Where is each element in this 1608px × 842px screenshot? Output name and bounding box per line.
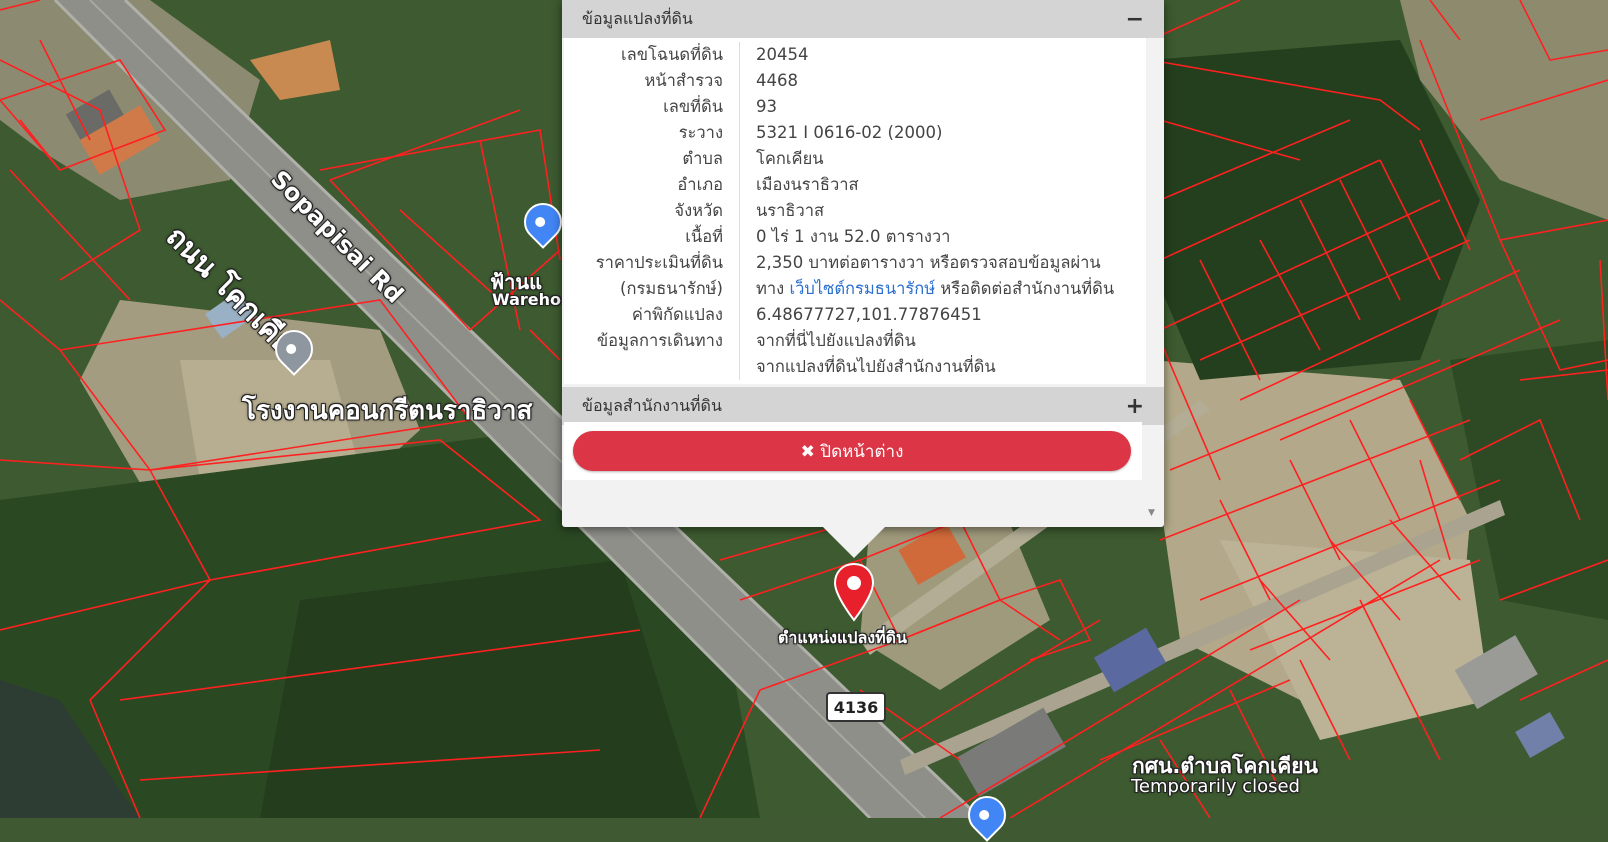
info-value: 20454 <box>756 45 809 64</box>
info-key: ข้อมูลการเดินทาง <box>564 328 740 354</box>
info-value: 4468 <box>756 71 798 90</box>
info-row-district: อำเภอ เมืองนราธิวาส <box>564 172 1146 198</box>
poi-warehouse-en-label[interactable]: Wareho <box>492 290 561 309</box>
land-info-header-title: ข้อมูลแปลงที่ดิน <box>582 8 693 28</box>
info-row-price-cont: (กรมธนารักษ์) ทาง เว็บไซต์กรมธนารักษ์ หร… <box>564 276 1146 302</box>
route-to-office-link[interactable]: จากแปลงที่ดินไปยังสำนักงานที่ดิน <box>740 354 996 380</box>
land-info-header[interactable]: ข้อมูลแปลงที่ดิน − <box>562 0 1164 38</box>
info-key: จังหวัด <box>564 198 740 224</box>
info-row-price: ราคาประเมินที่ดิน 2,350 บาทต่อตารางวา หร… <box>564 250 1146 276</box>
info-row-deed-number: เลขโฉนดที่ดิน 20454 <box>564 42 1146 68</box>
parcel-location-pin-icon[interactable] <box>832 562 876 622</box>
poi-office-status-label: Temporarily closed <box>1131 776 1300 797</box>
info-value: 2,350 บาทต่อตารางวา หรือตรวจสอบข้อมูลผ่า… <box>756 253 1101 272</box>
info-key: เลขที่ดิน <box>564 94 740 120</box>
collapse-icon[interactable]: − <box>1126 7 1144 32</box>
info-row-survey-page: หน้าสำรวจ 4468 <box>564 68 1146 94</box>
info-row-area: เนื้อที่ 0 ไร่ 1 งาน 52.0 ตารางวา <box>564 224 1146 250</box>
close-window-button[interactable]: ✖ ปิดหน้าต่าง <box>573 431 1131 471</box>
info-row-map-sheet: ระวาง 5321 I 0616-02 (2000) <box>564 120 1146 146</box>
info-key: อำเภอ <box>564 172 740 198</box>
info-value: 0 ไร่ 1 งาน 52.0 ตารางวา <box>756 227 951 246</box>
info-row-province: จังหวัด นราธิวาส <box>564 198 1146 224</box>
popup-pointer <box>822 526 886 558</box>
coordinates-link[interactable]: 6.48677727,101.77876451 <box>740 302 982 328</box>
info-value: 5321 I 0616-02 (2000) <box>756 123 943 142</box>
info-key: หน้าสำรวจ <box>564 68 740 94</box>
info-key: (กรมธนารักษ์) <box>564 276 740 302</box>
info-row-land-number: เลขที่ดิน 93 <box>564 94 1146 120</box>
office-info-header[interactable]: ข้อมูลสำนักงานที่ดิน + <box>562 387 1164 425</box>
info-row-subdistrict: ตำบล โคกเคียน <box>564 146 1146 172</box>
info-value: 93 <box>756 97 777 116</box>
poi-concrete-label[interactable]: โรงงานคอนกรีตนราธิวาส <box>242 390 532 431</box>
info-key: ระวาง <box>564 120 740 146</box>
info-value: โคกเคียน <box>756 149 824 168</box>
route-to-parcel-link[interactable]: จากที่นี่ไปยังแปลงที่ดิน <box>740 328 916 354</box>
price-prefix: ทาง <box>756 279 785 298</box>
info-row-route-2: จากแปลงที่ดินไปยังสำนักงานที่ดิน <box>564 354 1146 380</box>
info-row-route: ข้อมูลการเดินทาง จากที่นี่ไปยังแปลงที่ดิ… <box>564 328 1146 354</box>
info-key: ราคาประเมินที่ดิน <box>564 250 740 276</box>
land-info-table: เลขโฉนดที่ดิน 20454 หน้าสำรวจ 4468 เลขที… <box>564 38 1146 384</box>
info-key: เลขโฉนดที่ดิน <box>564 42 740 68</box>
parcel-marker-label: ตำแหน่งแปลงที่ดิน <box>778 628 907 647</box>
scroll-down-icon[interactable]: ▼ <box>1148 508 1155 518</box>
office-info-header-title: ข้อมูลสำนักงานที่ดิน <box>582 395 722 415</box>
info-key: ค่าพิกัดแปลง <box>564 302 740 328</box>
expand-icon[interactable]: + <box>1126 394 1144 419</box>
info-value: เมืองนราธิวาส <box>756 175 859 194</box>
info-key: เนื้อที่ <box>564 224 740 250</box>
info-row-coordinates: ค่าพิกัดแปลง 6.48677727,101.77876451 <box>564 302 1146 328</box>
route-shield-label: 4136 <box>826 692 886 722</box>
info-value: ทาง เว็บไซต์กรมธนารักษ์ หรือติดต่อสำนักง… <box>740 276 1114 302</box>
info-value: นราธิวาส <box>756 201 825 220</box>
price-suffix: หรือติดต่อสำนักงานที่ดิน <box>940 279 1115 298</box>
info-key: ตำบล <box>564 146 740 172</box>
treasury-website-link[interactable]: เว็บไซต์กรมธนารักษ์ <box>789 279 935 298</box>
info-key-empty <box>564 354 740 380</box>
